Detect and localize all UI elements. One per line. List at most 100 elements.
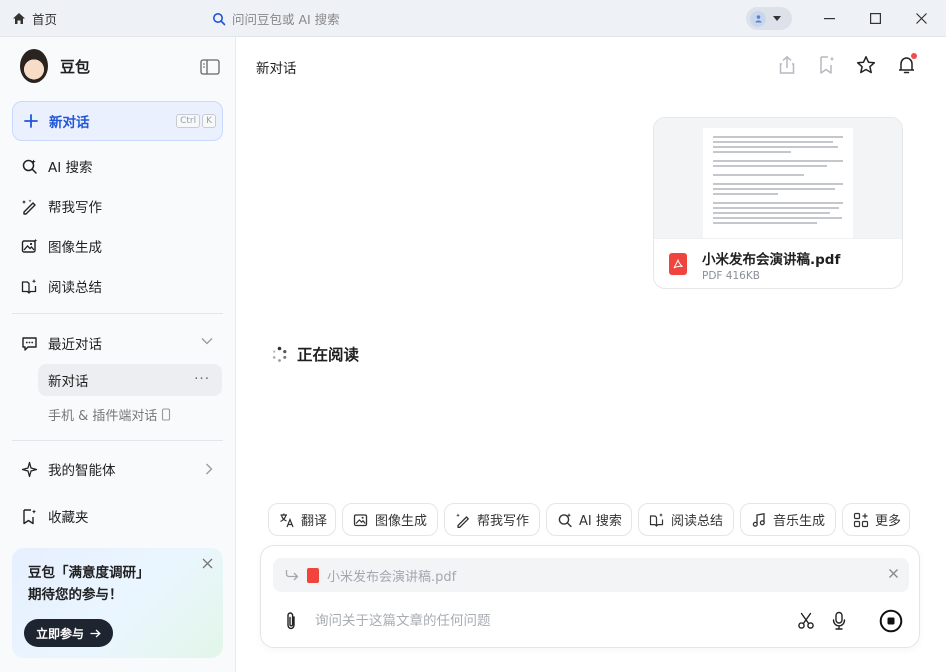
stop-icon <box>879 609 903 633</box>
chip-ai-search[interactable]: AI 搜索 <box>546 503 632 536</box>
mobile-chats-label: 手机 & 插件端对话 <box>48 409 158 424</box>
sidebar-item-image-gen[interactable]: 图像生成 <box>12 228 223 264</box>
chip-label: 音乐生成 <box>773 514 826 529</box>
sidebar-toggle-icon <box>200 59 220 75</box>
reading-icon <box>20 277 38 295</box>
reply-arrow-icon <box>285 570 299 581</box>
chip-image-gen[interactable]: 图像生成 <box>342 503 438 536</box>
more-options-icon[interactable]: ··· <box>194 371 210 387</box>
chat-main: 新对话 小米发布会演讲稿.pdf PDF 416KB 正在阅读 翻译 图像生成 … <box>237 37 946 672</box>
chat-bubble-icon <box>20 334 38 352</box>
sidebar-divider <box>12 313 223 314</box>
chip-label: 帮我写作 <box>477 514 530 529</box>
collapse-sidebar-button[interactable] <box>200 59 220 75</box>
ai-search-icon <box>558 512 572 527</box>
account-menu[interactable] <box>746 7 792 30</box>
stop-generating-button[interactable] <box>879 609 903 633</box>
save-note-button[interactable] <box>815 53 839 77</box>
chip-label: AI 搜索 <box>579 514 622 529</box>
chip-writing[interactable]: 帮我写作 <box>444 503 540 536</box>
brand: 豆包 <box>20 49 90 83</box>
sidebar-item-recent[interactable]: 最近对话 <box>12 325 223 361</box>
sidebar-item-writing[interactable]: 帮我写作 <box>12 188 223 224</box>
uploaded-file-card[interactable]: 小米发布会演讲稿.pdf PDF 416KB <box>653 117 903 289</box>
loading-spinner-icon <box>272 346 287 362</box>
chevron-down-icon <box>773 16 781 21</box>
reading-status: 正在阅读 <box>271 343 359 365</box>
shortcut-key-ctrl: Ctrl <box>176 114 201 128</box>
shortcut-hint: Ctrl K <box>176 114 216 128</box>
close-icon[interactable] <box>202 558 213 569</box>
scissors-icon <box>798 612 814 629</box>
minimize-icon <box>823 17 835 19</box>
message-input[interactable] <box>315 608 775 634</box>
recent-chat-item[interactable]: 新对话 ··· <box>38 364 222 396</box>
conversation-title: 新对话 <box>256 61 297 77</box>
close-icon[interactable] <box>888 568 899 579</box>
home-tab[interactable]: 首页 <box>0 0 200 37</box>
promo-subtitle: 期待您的参与！ <box>28 587 123 603</box>
file-info: 小米发布会演讲稿.pdf PDF 416KB <box>654 238 902 288</box>
chip-reading[interactable]: 阅读总结 <box>638 503 734 536</box>
chip-label: 翻译 <box>301 514 328 529</box>
sidebar-item-ai-search[interactable]: AI 搜索 <box>12 148 223 184</box>
notification-dot <box>911 53 917 59</box>
translate-icon <box>280 513 294 527</box>
join-survey-label: 立即参与 <box>36 626 85 641</box>
maximize-button[interactable] <box>852 0 898 37</box>
chip-music-gen[interactable]: 音乐生成 <box>740 503 836 536</box>
doubao-avatar <box>20 49 48 83</box>
shortcut-key-k: K <box>202 114 216 128</box>
sidebar: 豆包 新对话 Ctrl K AI 搜索 帮我写作 图像生成 阅读总结 最近对话 … <box>0 37 236 672</box>
sidebar-item-label: 最近对话 <box>48 337 102 353</box>
star-icon <box>856 56 876 74</box>
reading-icon <box>649 512 664 527</box>
writing-icon <box>456 513 469 528</box>
attached-file-reference: 小米发布会演讲稿.pdf <box>273 558 909 592</box>
new-chat-label: 新对话 <box>49 115 90 131</box>
promo-title: 豆包「满意度调研」 <box>28 565 150 581</box>
home-icon <box>13 13 25 24</box>
chip-translate[interactable]: 翻译 <box>268 503 336 536</box>
share-button[interactable] <box>775 53 799 77</box>
chip-label: 图像生成 <box>375 514 428 529</box>
chip-label: 阅读总结 <box>671 514 724 529</box>
apps-grid-icon <box>853 512 869 527</box>
title-bar: 首页 问问豆包或 AI 搜索 <box>0 0 946 37</box>
close-window-button[interactable] <box>898 0 944 37</box>
mobile-chats-item[interactable]: 手机 & 插件端对话 <box>48 405 171 424</box>
maximize-icon <box>869 13 881 24</box>
sidebar-item-label: 帮我写作 <box>48 200 102 216</box>
pdf-icon <box>669 253 687 275</box>
sidebar-item-label: 图像生成 <box>48 240 102 256</box>
bookmark-icon <box>20 507 38 525</box>
chip-label: 更多 <box>875 514 902 529</box>
screenshot-button[interactable] <box>794 609 818 633</box>
favorite-button[interactable] <box>854 53 878 77</box>
attach-button[interactable] <box>279 609 303 633</box>
home-tab-label: 首页 <box>32 12 58 27</box>
search-tab[interactable]: 问问豆包或 AI 搜索 <box>200 0 745 37</box>
file-meta: PDF 416KB <box>702 270 760 282</box>
pdf-icon <box>307 567 319 583</box>
reading-status-label: 正在阅读 <box>297 346 360 364</box>
new-chat-button[interactable]: 新对话 Ctrl K <box>12 101 223 141</box>
file-preview <box>654 118 902 238</box>
plus-icon <box>24 114 38 128</box>
image-icon <box>353 513 368 526</box>
message-composer: 小米发布会演讲稿.pdf <box>260 545 920 648</box>
voice-input-button[interactable] <box>827 609 851 633</box>
share-icon <box>779 55 795 74</box>
arrow-right-icon <box>90 629 101 637</box>
search-icon <box>213 12 226 25</box>
minimize-button[interactable] <box>806 0 852 37</box>
sidebar-item-favorites[interactable]: 收藏夹 <box>12 498 223 534</box>
chip-more[interactable]: 更多 <box>842 503 910 536</box>
music-icon <box>752 512 765 527</box>
sidebar-item-agents[interactable]: 我的智能体 <box>12 451 223 487</box>
sidebar-item-reading[interactable]: 阅读总结 <box>12 268 223 304</box>
notifications-button[interactable] <box>894 53 918 77</box>
join-survey-button[interactable]: 立即参与 <box>24 619 114 647</box>
image-icon <box>20 237 38 255</box>
user-avatar-icon <box>750 10 766 27</box>
